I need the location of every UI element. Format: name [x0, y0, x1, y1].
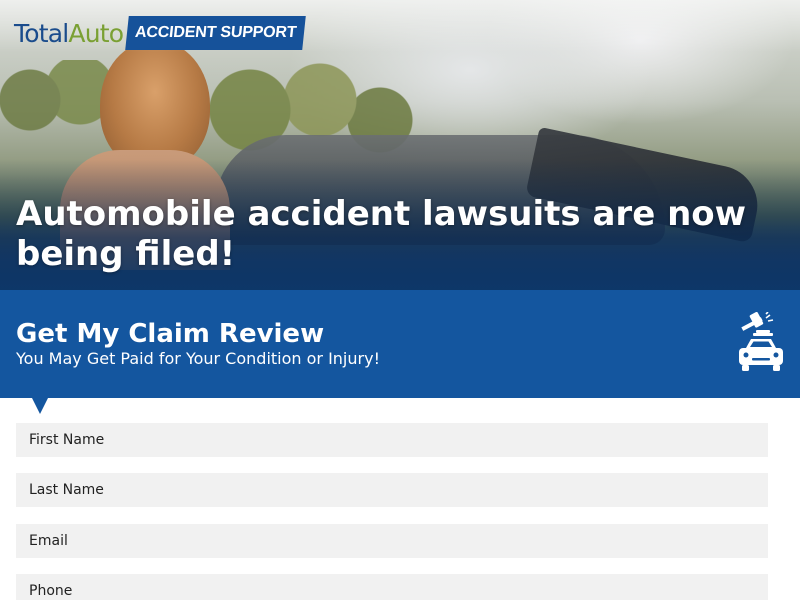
banner-subtitle: You May Get Paid for Your Condition or I… — [16, 349, 380, 368]
first-name-field[interactable] — [16, 423, 768, 457]
last-name-field[interactable] — [16, 473, 768, 507]
phone-field[interactable] — [16, 574, 768, 600]
logo-text-auto: Auto — [68, 18, 124, 48]
hero-headline: Automobile accident lawsuits are now bei… — [16, 194, 747, 274]
banner-title: Get My Claim Review — [16, 319, 325, 349]
logo-badge: ACCIDENT SUPPORT — [125, 16, 307, 50]
banner-pointer-arrow — [32, 398, 48, 414]
site-logo[interactable]: Total Auto ACCIDENT SUPPORT — [14, 16, 307, 50]
gavel-car-icon — [739, 312, 783, 371]
logo-text-total: Total — [14, 18, 69, 48]
email-field[interactable] — [16, 524, 768, 558]
